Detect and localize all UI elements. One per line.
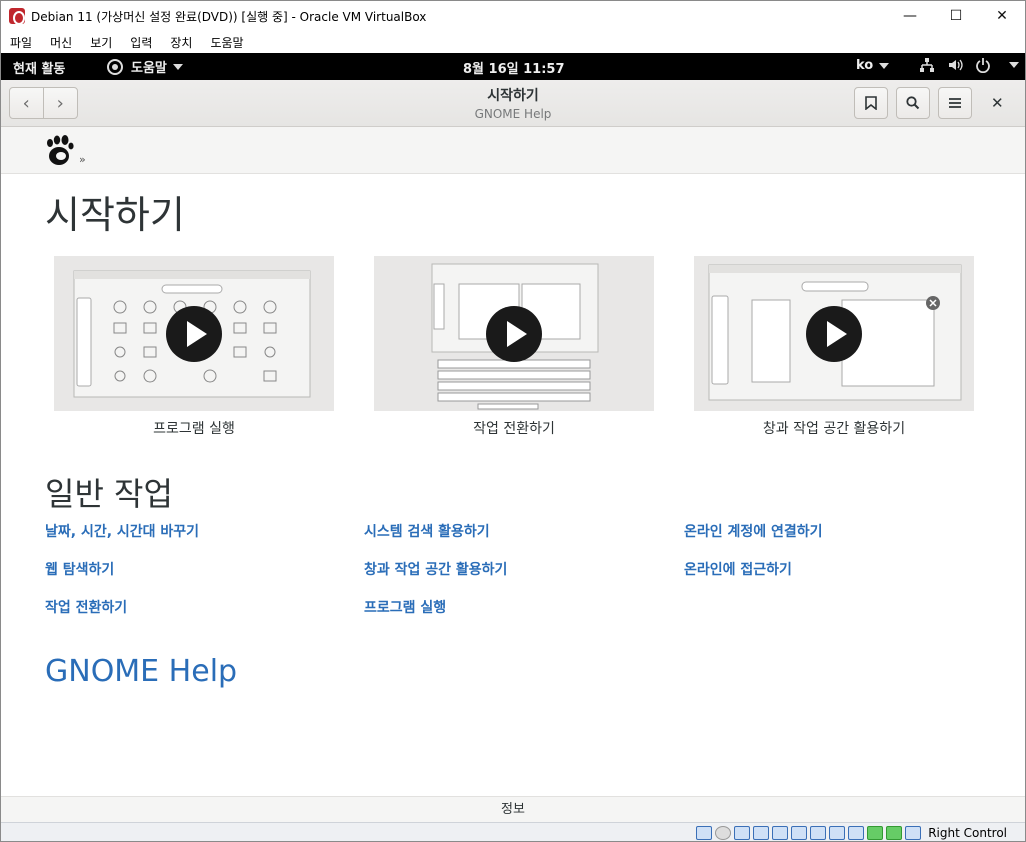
menu-machine[interactable]: 머신 xyxy=(41,34,81,51)
link-launch-apps[interactable]: 프로그램 실행 xyxy=(364,597,446,617)
link-switch-tasks[interactable]: 작업 전환하기 xyxy=(45,597,127,617)
activities-button[interactable]: 현재 활동 xyxy=(13,58,65,77)
chevron-down-icon xyxy=(172,63,183,70)
shared-folders-icon[interactable] xyxy=(791,826,808,840)
page-title: 시작하기 xyxy=(45,193,185,237)
link-gnome-help[interactable]: GNOME Help xyxy=(45,654,237,689)
vbox-status-bar: Right Control xyxy=(1,822,1025,841)
display-icon[interactable] xyxy=(810,826,827,840)
section-heading-common-tasks: 일반 작업 xyxy=(45,475,173,513)
chevron-down-icon xyxy=(1009,62,1019,68)
input-language-label: ko xyxy=(856,58,874,73)
app-menu-label: 도움말 xyxy=(131,61,167,76)
power-icon xyxy=(976,58,990,73)
close-window-button[interactable]: ✕ xyxy=(979,1,1025,31)
mouse-integration-icon[interactable] xyxy=(886,826,903,840)
video-caption: 프로그램 실행 xyxy=(153,421,235,437)
link-get-online[interactable]: 온라인에 접근하기 xyxy=(684,559,792,579)
usb-icon[interactable] xyxy=(772,826,789,840)
chevron-down-icon xyxy=(879,62,890,69)
help-lifebuoy-icon xyxy=(107,58,123,75)
menu-input[interactable]: 입력 xyxy=(121,34,161,51)
vbox-menu-bar: 파일 머신 보기 입력 장치 도움말 xyxy=(1,31,1025,53)
play-icon[interactable] xyxy=(486,305,542,362)
window-title: Debian 11 (가상머신 설정 완료(DVD)) [실행 중] - Ora… xyxy=(31,9,427,24)
menu-button[interactable] xyxy=(938,87,972,119)
video-thumbnail-windows-workspaces[interactable] xyxy=(694,256,974,411)
network-adapter-icon[interactable] xyxy=(753,826,770,840)
hamburger-menu-icon xyxy=(949,98,961,108)
search-icon xyxy=(906,96,920,110)
bookmark-icon xyxy=(865,96,877,110)
search-button[interactable] xyxy=(896,87,930,119)
system-menu[interactable] xyxy=(919,57,1019,73)
host-key-label: Right Control xyxy=(928,826,1007,840)
help-header-bar: ‹ › 시작하기 GNOME Help ✕ xyxy=(1,80,1025,127)
recording-icon[interactable] xyxy=(829,826,846,840)
input-language-menu[interactable]: ko xyxy=(856,58,890,73)
bookmark-button[interactable] xyxy=(854,87,888,119)
maximize-button[interactable]: ☐ xyxy=(933,1,979,31)
clock[interactable]: 8월 16일 11:57 xyxy=(463,58,565,77)
keyboard-capture-icon[interactable] xyxy=(905,826,922,840)
breadcrumb-separator: » xyxy=(79,153,86,166)
video-thumbnail-switch-tasks[interactable] xyxy=(374,256,654,411)
cpu-icon[interactable] xyxy=(848,826,865,840)
menu-help[interactable]: 도움말 xyxy=(201,34,252,51)
link-system-search[interactable]: 시스템 검색 활용하기 xyxy=(364,521,490,541)
virtualbox-app-icon xyxy=(9,8,25,25)
minimize-button[interactable]: — xyxy=(887,1,933,31)
menu-file[interactable]: 파일 xyxy=(1,34,41,51)
link-online-accounts[interactable]: 온라인 계정에 연결하기 xyxy=(684,521,823,541)
video-caption: 작업 전환하기 xyxy=(473,421,555,437)
vbox-title-bar: Debian 11 (가상머신 설정 완료(DVD)) [실행 중] - Ora… xyxy=(1,1,1025,31)
audio-icon[interactable] xyxy=(734,826,751,840)
footer-about-link[interactable]: 정보 xyxy=(1,796,1025,822)
video-thumbnail-launch-apps[interactable] xyxy=(54,256,334,411)
hard-disk-icon[interactable] xyxy=(696,826,713,840)
video-caption: 창과 작업 공간 활용하기 xyxy=(762,421,906,437)
gnome-foot-logo-icon[interactable] xyxy=(45,134,75,166)
optical-drive-icon[interactable] xyxy=(715,826,732,840)
link-windows-workspaces[interactable]: 창과 작업 공간 활용하기 xyxy=(364,559,507,579)
gnome-top-bar: 현재 활동 도움말 8월 16일 11:57 ko xyxy=(1,53,1025,80)
close-help-button[interactable]: ✕ xyxy=(991,94,1004,112)
link-date-time[interactable]: 날짜, 시간, 시간대 바꾸기 xyxy=(45,521,199,541)
menu-view[interactable]: 보기 xyxy=(81,34,121,51)
virtualbox-window: Debian 11 (가상머신 설정 완료(DVD)) [실행 중] - Ora… xyxy=(0,0,1026,842)
play-icon[interactable] xyxy=(806,305,862,362)
breadcrumb: » xyxy=(1,127,1025,174)
app-menu[interactable]: 도움말 xyxy=(107,57,183,76)
network-icon xyxy=(920,58,934,72)
virtualization-icon[interactable] xyxy=(867,826,884,840)
volume-icon xyxy=(949,59,963,71)
play-icon[interactable] xyxy=(166,305,222,362)
link-browse-web[interactable]: 웹 탐색하기 xyxy=(45,559,114,579)
menu-devices[interactable]: 장치 xyxy=(161,34,201,51)
